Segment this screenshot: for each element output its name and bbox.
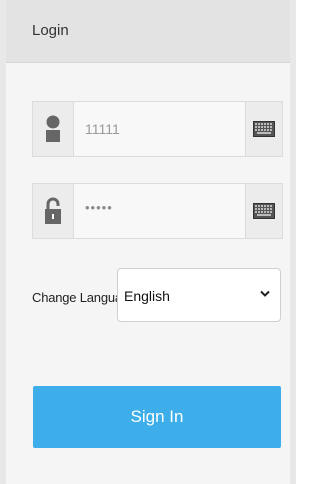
language-select[interactable]: English <box>117 268 281 322</box>
user-icon <box>33 102 74 156</box>
username-field[interactable]: 11111 <box>32 101 283 157</box>
keyboard-icon[interactable] <box>245 184 282 238</box>
panel-header: Login <box>6 0 290 63</box>
username-input[interactable]: 11111 <box>85 121 120 137</box>
language-selected-value: English <box>124 288 170 304</box>
panel-title: Login <box>32 22 69 39</box>
chevron-down-icon <box>260 290 270 297</box>
sign-in-button[interactable]: Sign In <box>33 386 281 448</box>
lock-icon <box>33 184 74 238</box>
login-panel: Login 11111 ••••• Change Language Englis… <box>0 0 296 484</box>
password-field[interactable]: ••••• <box>32 183 283 239</box>
password-input[interactable]: ••••• <box>85 200 113 215</box>
keyboard-icon[interactable] <box>245 102 282 156</box>
